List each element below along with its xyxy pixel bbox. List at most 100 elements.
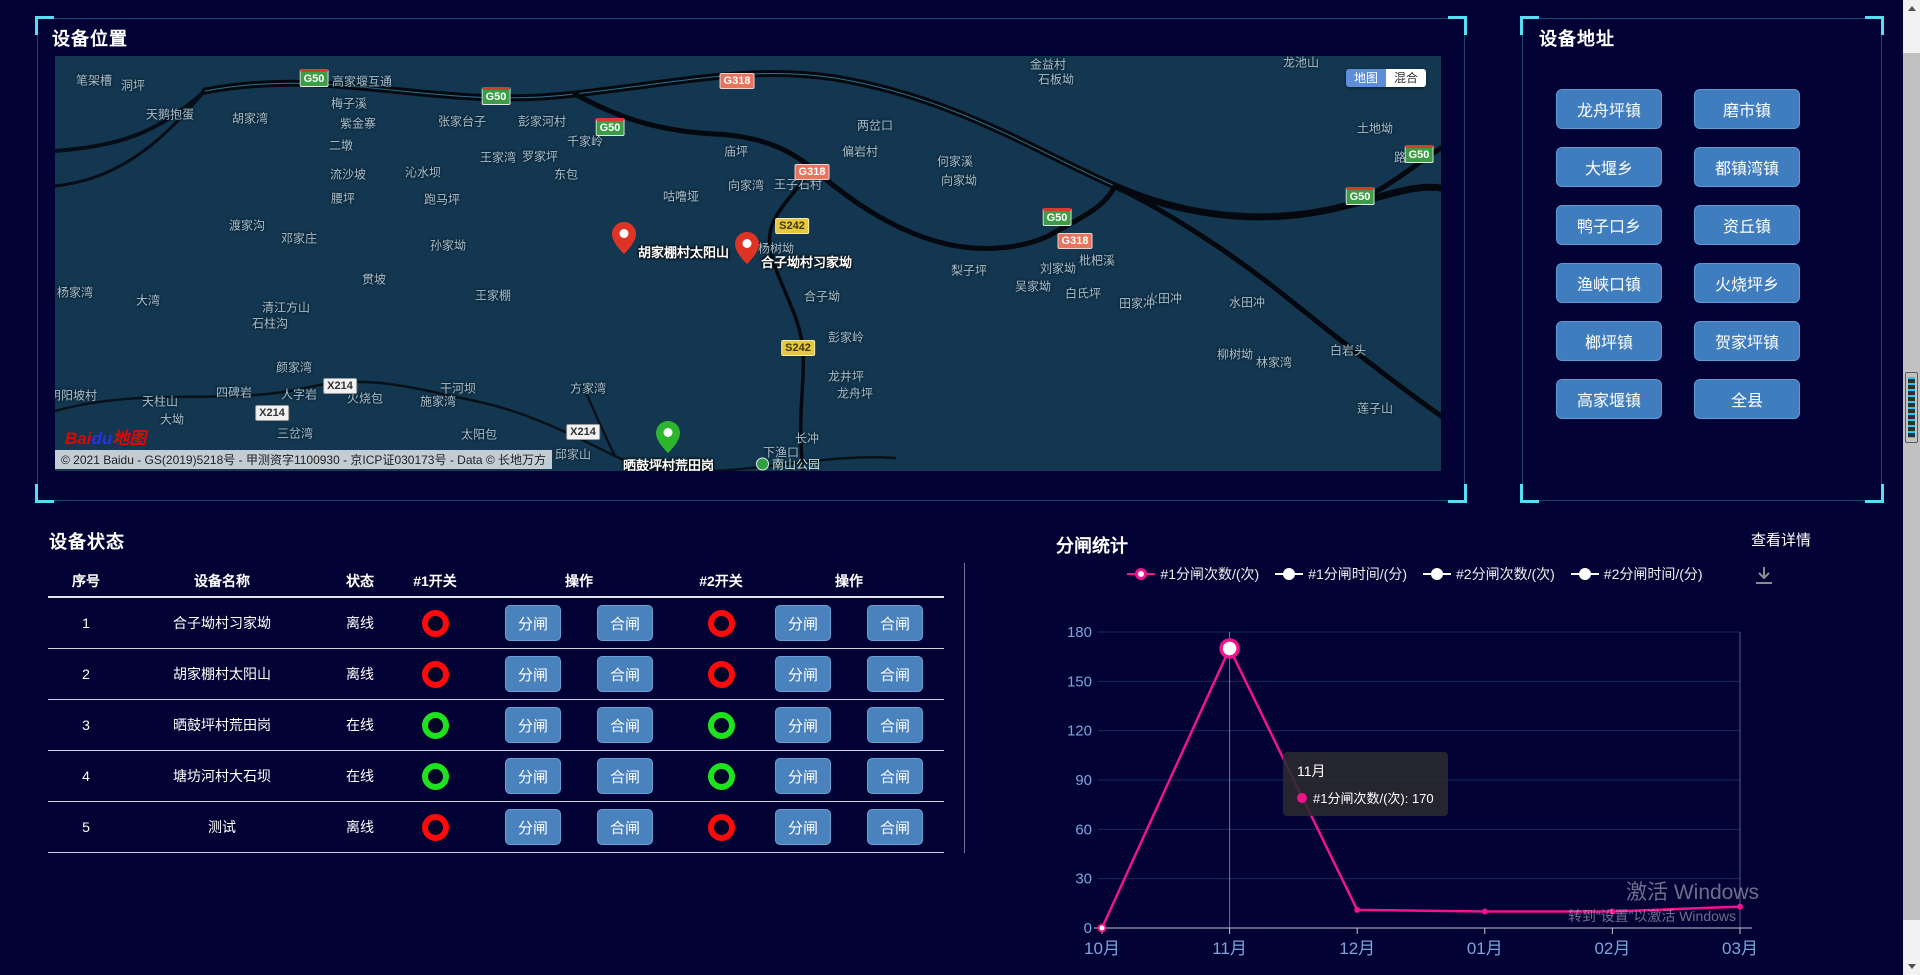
status-light-green-icon — [422, 712, 449, 739]
legend-item-1[interactable]: #1分闸次数/(次) — [1127, 564, 1259, 584]
map-place-label: 吴家坳 — [1015, 278, 1051, 295]
map-type-map-button[interactable]: 地图 — [1346, 69, 1386, 87]
close-switch-1-button[interactable]: 合闸 — [597, 809, 653, 845]
open-switch-1-button[interactable]: 分闸 — [505, 656, 561, 692]
address-button-8[interactable]: 火烧坪乡 — [1694, 263, 1800, 303]
table-cell: 1 — [48, 615, 124, 631]
map-place-label: 紫金寨 — [340, 115, 376, 132]
legend-label: #2分闸时间/(分) — [1604, 564, 1703, 584]
tooltip-title: 11月 — [1297, 761, 1434, 781]
road-shield: X214 — [323, 378, 357, 394]
address-button-11[interactable]: 高家堰镇 — [1556, 379, 1662, 419]
scrollbar-down-button[interactable] — [1903, 958, 1920, 975]
road-shield: G318 — [1058, 233, 1093, 249]
open-switch-2-button[interactable]: 分闸 — [775, 656, 831, 692]
open-switch-2-button[interactable]: 分闸 — [775, 707, 831, 743]
svg-text:12月: 12月 — [1339, 939, 1375, 958]
svg-text:02月: 02月 — [1594, 939, 1630, 958]
corner-bracket — [1520, 16, 1539, 35]
close-switch-1-button[interactable]: 合闸 — [597, 758, 653, 794]
view-details-link[interactable]: 查看详情 — [1751, 529, 1811, 550]
download-icon[interactable] — [1753, 564, 1775, 591]
svg-text:30: 30 — [1075, 871, 1092, 888]
open-switch-2-button[interactable]: 分闸 — [775, 809, 831, 845]
address-button-9[interactable]: 榔坪镇 — [1556, 321, 1662, 361]
map-place-label: 天柱山 — [142, 393, 178, 410]
switch-1-indicator — [400, 763, 470, 790]
close-switch-1-button[interactable]: 合闸 — [597, 656, 653, 692]
map-type-hybrid-button[interactable]: 混合 — [1386, 69, 1426, 87]
map-place-label: 龙池山 — [1283, 56, 1319, 71]
status-light-green-icon — [422, 763, 449, 790]
map-marker-pin[interactable] — [656, 421, 680, 453]
table-cell: 5 — [48, 819, 124, 835]
road-shield: G50 — [300, 69, 329, 87]
open-switch-1-button[interactable]: 分闸 — [505, 605, 561, 641]
map-place-label: 贯坡 — [362, 271, 386, 288]
close-switch-2-button[interactable]: 合闸 — [867, 707, 923, 743]
address-button-10[interactable]: 贺家坪镇 — [1694, 321, 1800, 361]
map-attribution: © 2021 Baidu - GS(2019)5218号 - 甲测资字11009… — [55, 450, 552, 469]
up-arrow-icon — [1908, 6, 1916, 11]
page-scrollbar[interactable] — [1903, 0, 1920, 975]
device-location-title: 设备位置 — [52, 25, 128, 51]
map-place-label: 洞坪 — [121, 77, 145, 94]
svg-text:03月: 03月 — [1722, 939, 1756, 958]
open-switch-2-button[interactable]: 分闸 — [775, 605, 831, 641]
svg-text:01月: 01月 — [1467, 939, 1503, 958]
legend-item-2[interactable]: #1分闸时间/(分) — [1275, 564, 1407, 584]
address-button-7[interactable]: 渔峡口镇 — [1556, 263, 1662, 303]
open-switch-1-button[interactable]: 分闸 — [505, 707, 561, 743]
close-switch-2-button[interactable]: 合闸 — [867, 605, 923, 641]
open-switch-1-button[interactable]: 分闸 — [505, 809, 561, 845]
address-button-12[interactable]: 全县 — [1694, 379, 1800, 419]
address-button-6[interactable]: 资丘镇 — [1694, 205, 1800, 245]
table-cell: 测试 — [124, 817, 320, 837]
map-place-label: 王家棚 — [475, 287, 511, 304]
address-button-1[interactable]: 龙舟坪镇 — [1556, 89, 1662, 129]
device-location-panel: 设备位置 笔架槽洞坪天鹅抱蛋胡家湾高家堰互通梅子溪紫金寨二墩流沙坡沁水坝腰坪跑马… — [37, 18, 1465, 501]
table-cell: 在线 — [320, 766, 400, 786]
status-light-red-icon — [708, 814, 735, 841]
scrollbar-up-button[interactable] — [1903, 0, 1920, 17]
map-place-label: 邱家山 — [555, 446, 591, 463]
map-place-label: 何家溪 — [937, 153, 973, 170]
operation-cell: 分闸合闸 — [470, 707, 688, 743]
baidu-logo[interactable]: Baidu地图 — [65, 424, 146, 449]
corner-bracket — [1865, 16, 1884, 35]
map-place-label: 人字岩 — [281, 386, 317, 403]
close-switch-2-button[interactable]: 合闸 — [867, 758, 923, 794]
switch-2-indicator — [688, 814, 754, 841]
address-button-5[interactable]: 鸭子口乡 — [1556, 205, 1662, 245]
close-switch-2-button[interactable]: 合闸 — [867, 809, 923, 845]
road-shield: G50 — [1346, 187, 1375, 205]
close-switch-1-button[interactable]: 合闸 — [597, 605, 653, 641]
operation-cell: 分闸合闸 — [470, 605, 688, 641]
table-header-cell: #2开关 — [688, 571, 754, 591]
close-switch-1-button[interactable]: 合闸 — [597, 707, 653, 743]
open-switch-2-button[interactable]: 分闸 — [775, 758, 831, 794]
switch-2-indicator — [688, 763, 754, 790]
corner-bracket — [35, 484, 54, 503]
map-place-label: 方家湾 — [570, 380, 606, 397]
table-cell: 2 — [48, 666, 124, 682]
switch-1-indicator — [400, 814, 470, 841]
legend-item-3[interactable]: #2分闸次数/(次) — [1423, 564, 1555, 584]
legend-item-4[interactable]: #2分闸时间/(分) — [1571, 564, 1703, 584]
map-marker-pin[interactable] — [735, 232, 759, 264]
address-button-2[interactable]: 磨市镇 — [1694, 89, 1800, 129]
baidu-map[interactable]: 笔架槽洞坪天鹅抱蛋胡家湾高家堰互通梅子溪紫金寨二墩流沙坡沁水坝腰坪跑马坪渡家沟邓… — [55, 56, 1441, 471]
address-button-4[interactable]: 都镇湾镇 — [1694, 147, 1800, 187]
legend-label: #1分闸次数/(次) — [1160, 564, 1259, 584]
legend-label: #2分闸次数/(次) — [1456, 564, 1555, 584]
close-switch-2-button[interactable]: 合闸 — [867, 656, 923, 692]
scrollbar-widget[interactable] — [1905, 372, 1918, 443]
open-switch-1-button[interactable]: 分闸 — [505, 758, 561, 794]
scrollbar-thumb[interactable] — [1903, 53, 1920, 920]
table-cell: 塘坊河村大石坝 — [124, 766, 320, 786]
address-button-3[interactable]: 大堰乡 — [1556, 147, 1662, 187]
table-cell: 胡家棚村太阳山 — [124, 664, 320, 684]
park-label: 南山公园 — [772, 456, 820, 472]
map-marker-pin[interactable] — [612, 222, 636, 254]
road-shield: S242 — [775, 218, 809, 234]
